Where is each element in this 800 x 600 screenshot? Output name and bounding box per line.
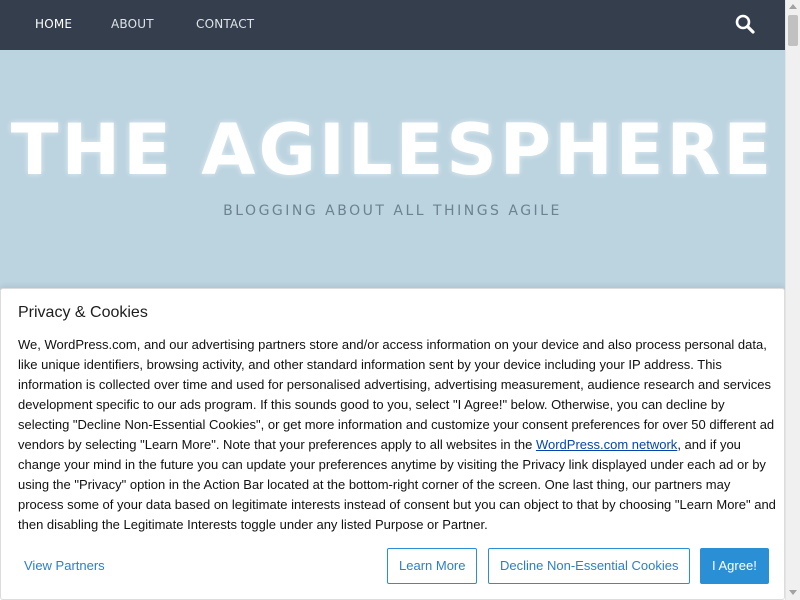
search-icon[interactable]	[734, 13, 756, 35]
site-title[interactable]: THE AGILESPHERE	[0, 110, 785, 190]
page: HOME ABOUT CONTACT THE AGILESPHERE BLOGG…	[0, 0, 785, 600]
nav-item-home[interactable]: HOME	[35, 17, 72, 31]
cookie-consent-banner: Privacy & Cookies We, WordPress.com, and…	[0, 288, 785, 600]
decline-cookies-button[interactable]: Decline Non-Essential Cookies	[488, 548, 691, 584]
scroll-down-arrow-icon[interactable]	[789, 590, 797, 595]
nav-item-about[interactable]: ABOUT	[111, 17, 154, 31]
cookie-banner-title: Privacy & Cookies	[18, 304, 148, 321]
vertical-scrollbar[interactable]	[785, 0, 800, 600]
wordpress-network-link[interactable]: WordPress.com network	[536, 437, 677, 452]
agree-button[interactable]: I Agree!	[700, 548, 769, 584]
view-partners-button[interactable]: View Partners	[18, 548, 111, 584]
site-tagline: BLOGGING ABOUT ALL THINGS AGILE	[223, 203, 562, 219]
cookie-banner-text: We, WordPress.com, and our advertising p…	[18, 335, 778, 535]
scroll-up-arrow-icon[interactable]	[789, 4, 797, 9]
site-header: THE AGILESPHERE BLOGGING ABOUT ALL THING…	[0, 50, 785, 290]
top-navigation: HOME ABOUT CONTACT	[0, 0, 785, 50]
scrollbar-thumb[interactable]	[788, 15, 798, 46]
learn-more-button[interactable]: Learn More	[387, 548, 478, 584]
nav-item-contact[interactable]: CONTACT	[196, 17, 254, 31]
cookie-text-part-1: We, WordPress.com, and our advertising p…	[18, 337, 775, 452]
